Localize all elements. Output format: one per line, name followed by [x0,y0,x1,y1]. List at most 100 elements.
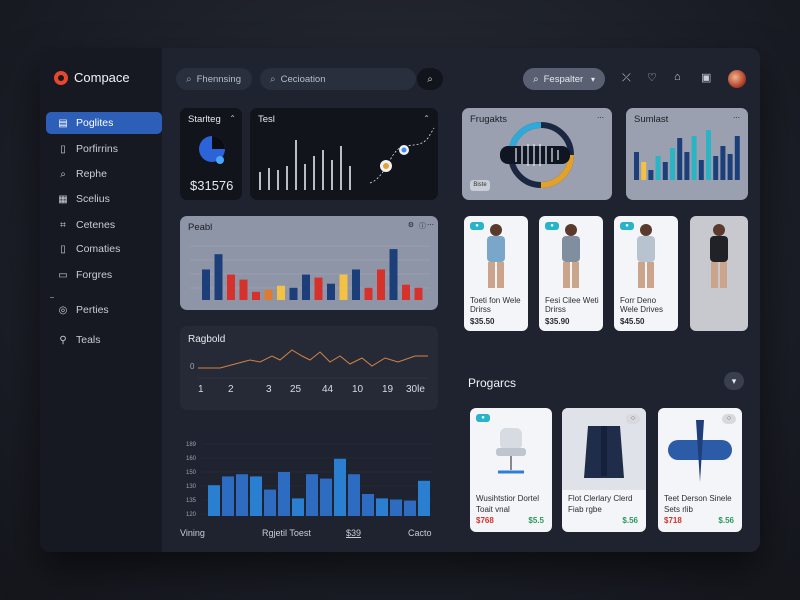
badge-icon[interactable]: ● [476,414,490,422]
histogram-footer-label[interactable]: $39 [346,528,361,538]
bar [277,285,285,300]
document-icon: ▤ [58,117,68,129]
tools-icon[interactable]: ⤫ [622,72,631,85]
line-axis-tick: 19 [382,384,394,395]
histogram-bar [278,472,290,516]
bar [414,287,423,300]
sidebar-item-9[interactable]: ⚲ Teals [46,329,162,351]
clipboard-icon[interactable]: ▣ [701,71,711,84]
chevron-down-icon: ▾ [731,375,737,386]
app-logo[interactable]: Compace [54,70,130,85]
summary-bar [698,160,704,180]
histogram-footer-label: Vining [180,528,205,538]
filter-dropdown[interactable]: ⌕ Fespalter ▾ [523,68,605,90]
fashion-product-card[interactable]: ● Fesi Cilee Weti Drirss $35.90 [539,216,603,331]
histogram-bar [334,458,346,516]
histogram-chart: 189 160 150 130 135 120 [186,442,432,518]
line-axis-tick: 3 [266,384,272,395]
circle-icon[interactable]: ○ [626,414,640,424]
sidebar-item-7[interactable]: ▭ Forgres [46,264,162,286]
product-name: Fesi Cilee Weti Drirss [545,296,599,315]
histogram-y-label: 160 [186,456,197,462]
product-subtitle: Fiab rgbe [568,505,602,514]
search-field-secondary[interactable]: ⌕ Cecioation [260,68,416,90]
sidebar-item-label: Perties [76,304,109,316]
line-chart-card[interactable]: Ragbold 0 1 2 3 25 44 10 19 30le [180,326,438,410]
fashion-product-card[interactable]: ● Toeti fon Wele Drirss $35.50 [464,216,528,331]
bar-chart-card[interactable]: Peabl ⚙ ⓘ ⋯ [180,216,438,310]
summary-bar [713,156,719,180]
bar [202,269,210,300]
histogram-bar [376,498,388,516]
line-axis-tick: 10 [352,384,364,395]
avatar[interactable] [728,70,746,88]
circle-icon[interactable]: ○ [722,414,736,424]
bar [214,254,223,300]
stat-card[interactable]: Starlteg ⌃ $31576 [180,108,242,200]
catalog-product-card[interactable]: ○ Flot Clerlary Clerd Fiab rgbe $.56 [562,408,646,532]
search-icon: ⌕ [533,73,539,85]
histogram-bar [390,499,402,516]
summary-bar [720,146,726,180]
sidebar-item-5[interactable]: ⌗ Cetenes [46,214,162,236]
histogram-bar [264,489,276,516]
filter-label: Fespalter [543,73,584,85]
chevron-up-icon[interactable]: ⌃ [229,114,236,123]
sidebar-item-label: Cetenes [76,219,116,231]
sidebar-item-label: Scelius [76,193,110,205]
sidebar-item-2[interactable]: ▯ Porfirrins [46,138,162,160]
bar [364,287,373,300]
fashion-product-card[interactable] [690,216,748,331]
summary-bar [641,162,647,180]
bar [289,287,298,300]
stat-card-title: Starlteg [188,114,221,125]
line-chart-y-zero: 0 [190,362,195,371]
bar [314,277,323,300]
fashion-product-card[interactable]: ● Forr Deno Wele Drives $45.50 [614,216,678,331]
sidebar-item-label: Rephe [76,168,107,180]
search-field-primary[interactable]: ⌕ Fhennsing [176,68,252,90]
bar [264,289,273,300]
sidebar-item-3[interactable]: ⌕ Rephe [46,163,162,185]
stat-value: $31576 [190,178,234,193]
more-icon[interactable]: ⋯ [597,114,604,122]
search-field-primary-value: Fhennsing [196,73,241,85]
section-expand-button[interactable]: ▾ [724,372,744,390]
line-axis-tick: 30le [406,384,425,395]
sidebar-item-8[interactable]: ◎ Perties [46,299,162,321]
line-axis-tick: 44 [322,384,334,395]
bar [327,283,335,300]
bar [239,279,248,300]
sidebar-item-4[interactable]: ▦ Scelius [46,188,162,210]
spark-chart [259,127,435,190]
products-card-button[interactable]: Biste [470,180,490,191]
summary-bar [684,152,690,180]
sidebar-item-label: Teals [76,334,101,346]
summary-bar [648,170,654,180]
catalog-product-card[interactable]: ○ Teet Derson Sinele Sets rlib $718 $.56 [658,408,742,532]
histogram-footer-label: Cacto [408,528,432,538]
product-price: $35.50 [470,317,495,326]
bar-chart [190,245,430,300]
catalog-product-card[interactable]: ● Wusihtstior Dortel Toait vnal $768 $5.5 [470,408,552,532]
histogram-panel: 189 160 150 130 135 120 Vining Rgjetil Toest $3… [180,432,440,542]
summary-bar [662,162,668,180]
bag-icon[interactable]: ⌂ [674,71,681,83]
summary-bar [691,136,697,180]
spark-card[interactable]: Tesl ⌃ [250,108,438,200]
sidebar-item-label: Forgres [76,269,113,281]
histogram-bar [320,478,332,516]
globe-icon: ◎ [58,304,68,316]
search-icon: ⌕ [186,73,192,85]
search-button[interactable]: ⌕ [417,68,443,90]
histogram-bar [222,476,234,516]
bar [402,284,410,300]
product-name: Teet Derson Sinele [664,494,732,503]
products-card[interactable]: Frugakts ⋯ Biste [462,108,612,200]
sidebar-item-1[interactable]: ▤ Poglites [46,112,162,134]
heart-icon[interactable]: ♡ [647,71,657,84]
histogram-y-label: 189 [186,442,197,448]
summary-card[interactable]: Sumlast ⋯ [626,108,748,200]
doc-icon: ▯ [60,243,66,255]
sidebar-item-6[interactable]: ▯ Comaties [46,238,162,260]
